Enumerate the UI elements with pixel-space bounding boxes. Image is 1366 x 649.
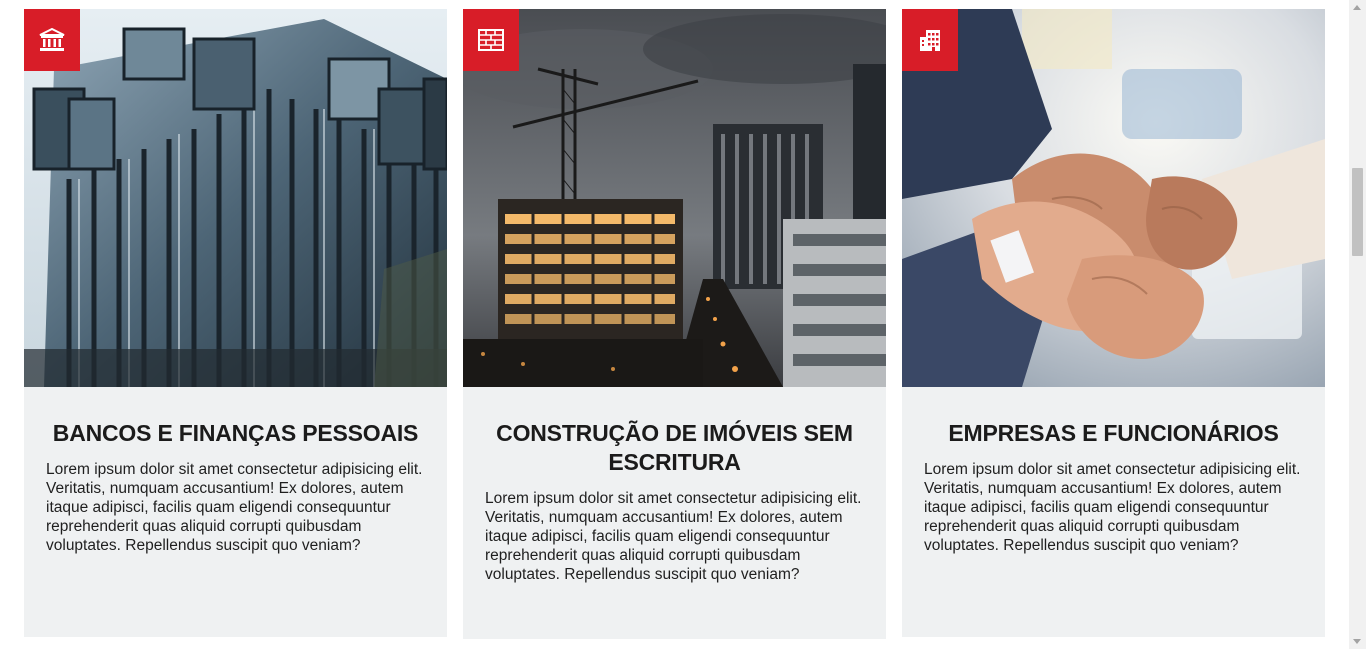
scroll-up-arrow-icon[interactable] (1353, 5, 1361, 10)
card-image-construction-site (463, 9, 886, 387)
card-title: EMPRESAS E FUNCIONÁRIOS (948, 420, 1279, 446)
card-image-office-building (24, 9, 447, 387)
brick-wall-icon (478, 29, 504, 51)
card-title: CONSTRUÇÃO DE IMÓVEIS SEM ESCRITURA (496, 420, 853, 475)
scroll-down-arrow-icon[interactable] (1353, 639, 1361, 644)
brick-wall-icon-badge (463, 9, 519, 71)
page: BANCOS E FINANÇAS PESSOAIS Lorem ipsum d… (0, 0, 1366, 649)
card-body: BANCOS E FINANÇAS PESSOAIS Lorem ipsum d… (24, 387, 447, 555)
vertical-scrollbar[interactable] (1349, 0, 1366, 649)
service-card-banking: BANCOS E FINANÇAS PESSOAIS Lorem ipsum d… (24, 9, 447, 637)
service-card-companies: EMPRESAS E FUNCIONÁRIOS Lorem ipsum dolo… (902, 9, 1325, 637)
building-icon-badge (902, 9, 958, 71)
card-description: Lorem ipsum dolor sit amet consectetur a… (924, 461, 1301, 554)
card-image-stacked-hands (902, 9, 1325, 387)
building-icon (920, 30, 940, 51)
bank-icon-badge (24, 9, 80, 71)
card-body: EMPRESAS E FUNCIONÁRIOS Lorem ipsum dolo… (902, 387, 1325, 555)
scrollbar-thumb[interactable] (1352, 168, 1363, 256)
card-description: Lorem ipsum dolor sit amet consectetur a… (485, 490, 862, 583)
bank-icon (39, 28, 65, 51)
card-title: BANCOS E FINANÇAS PESSOAIS (52, 420, 419, 446)
card-description: Lorem ipsum dolor sit amet consectetur a… (46, 461, 423, 554)
service-card-construction: CONSTRUÇÃO DE IMÓVEIS SEM ESCRITURA Lore… (463, 9, 886, 639)
card-body: CONSTRUÇÃO DE IMÓVEIS SEM ESCRITURA Lore… (463, 387, 886, 584)
